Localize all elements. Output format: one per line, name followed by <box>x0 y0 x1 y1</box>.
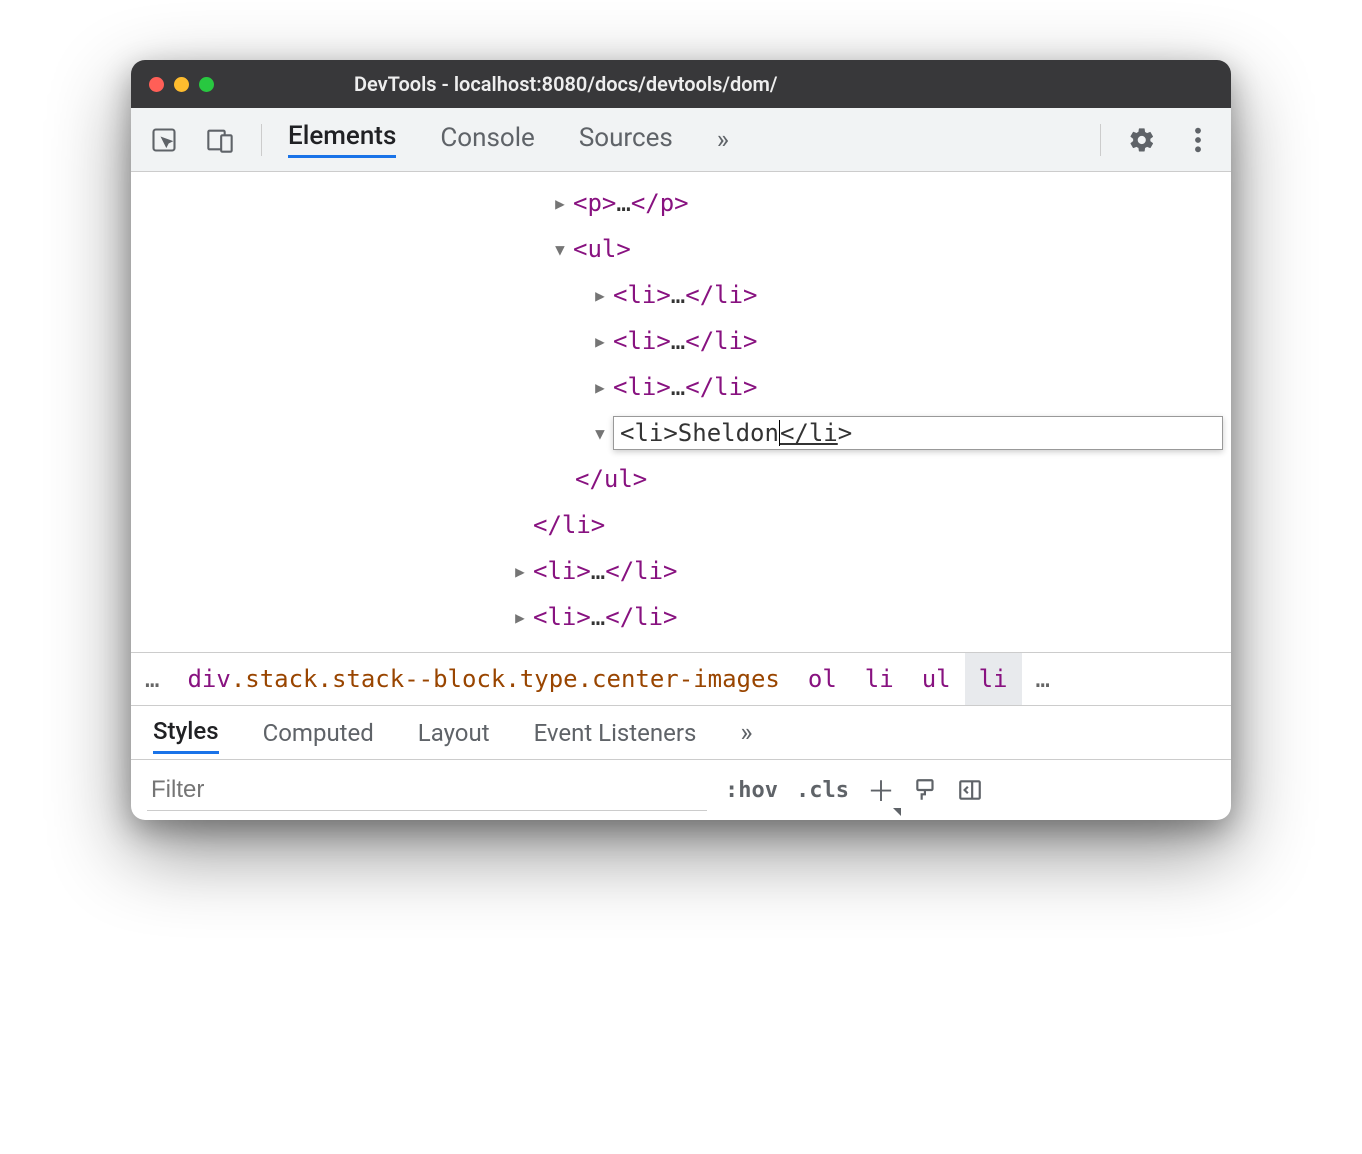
panel-tabs: Elements Console Sources » <box>288 121 729 158</box>
styles-toolbar: :hov .cls ＋ <box>131 760 1231 820</box>
dom-node-li-close[interactable]: </li> <box>131 502 1231 548</box>
dom-node-li[interactable]: ▶ <li>…</li> <box>131 594 1231 640</box>
breadcrumb-div[interactable]: div.stack.stack--block.type.center-image… <box>173 653 793 705</box>
collapse-toggle-icon[interactable]: ▼ <box>591 424 609 443</box>
dom-edit-input[interactable]: <li>Sheldon</li> <box>613 416 1223 450</box>
toolbar-divider <box>1100 124 1101 156</box>
tab-styles[interactable]: Styles <box>153 717 219 754</box>
dom-node-li[interactable]: ▶ <li>…</li> <box>131 364 1231 410</box>
expand-toggle-icon[interactable]: ▶ <box>591 332 609 351</box>
toggle-classes-button[interactable]: .cls <box>796 778 849 803</box>
device-toggle-icon[interactable] <box>205 125 235 155</box>
dom-node-li[interactable]: ▶ <li>…</li> <box>131 548 1231 594</box>
breadcrumb-ol[interactable]: ol <box>794 653 851 705</box>
tab-sources[interactable]: Sources <box>579 123 673 157</box>
tab-elements[interactable]: Elements <box>288 121 396 158</box>
breadcrumb-overflow-left[interactable]: … <box>131 653 173 705</box>
dom-node-li[interactable]: ▶ <li>…</li> <box>131 640 1231 652</box>
toggle-hover-button[interactable]: :hov <box>725 778 778 803</box>
kebab-menu-icon[interactable] <box>1183 125 1213 155</box>
elements-dom-tree[interactable]: ▶ <p>…</p> ▼ <ul> ▶ <li>…</li> ▶ <li>…</… <box>131 172 1231 652</box>
tab-event-listeners[interactable]: Event Listeners <box>534 719 697 747</box>
more-styles-tabs-icon[interactable]: » <box>740 718 752 748</box>
expand-toggle-icon[interactable]: ▶ <box>551 194 569 213</box>
tab-layout[interactable]: Layout <box>418 719 490 747</box>
devtools-window: DevTools - localhost:8080/docs/devtools/… <box>131 60 1231 820</box>
close-window-button[interactable] <box>149 77 164 92</box>
styles-filter-input[interactable] <box>147 770 707 811</box>
expand-toggle-icon[interactable]: ▶ <box>591 378 609 397</box>
dom-node-li[interactable]: ▶ <li>…</li> <box>131 272 1231 318</box>
expand-toggle-icon[interactable]: ▶ <box>511 562 529 581</box>
dom-node-ul-close[interactable]: </ul> <box>131 456 1231 502</box>
breadcrumb-li-selected[interactable]: li <box>965 653 1022 705</box>
collapse-toggle-icon[interactable]: ▼ <box>551 240 569 259</box>
dom-node-li[interactable]: ▶ <li>…</li> <box>131 318 1231 364</box>
maximize-window-button[interactable] <box>199 77 214 92</box>
window-title: DevTools - localhost:8080/docs/devtools/… <box>354 72 778 96</box>
titlebar: DevTools - localhost:8080/docs/devtools/… <box>131 60 1231 108</box>
expand-toggle-icon[interactable]: ▶ <box>591 286 609 305</box>
breadcrumb-ul[interactable]: ul <box>908 653 965 705</box>
dom-node-ul-open[interactable]: ▼ <ul> <box>131 226 1231 272</box>
breadcrumb-overflow-right[interactable]: … <box>1022 653 1064 705</box>
toolbar-divider <box>261 124 262 156</box>
styles-panel-tabs: Styles Computed Layout Event Listeners » <box>131 706 1231 760</box>
dom-node-p[interactable]: ▶ <p>…</p> <box>131 180 1231 226</box>
tab-computed[interactable]: Computed <box>263 719 374 747</box>
main-toolbar: Elements Console Sources » <box>131 108 1231 172</box>
minimize-window-button[interactable] <box>174 77 189 92</box>
new-style-rule-button[interactable]: ＋ <box>867 770 895 810</box>
dom-breadcrumbs[interactable]: … div.stack.stack--block.type.center-ima… <box>131 652 1231 706</box>
window-controls <box>149 77 214 92</box>
inspect-element-icon[interactable] <box>149 125 179 155</box>
expand-toggle-icon[interactable]: ▶ <box>511 608 529 627</box>
settings-gear-icon[interactable] <box>1127 125 1157 155</box>
dom-node-li-editing[interactable]: ▼ <li>Sheldon</li> <box>131 410 1231 456</box>
toggle-sidebar-icon[interactable] <box>957 777 983 803</box>
paint-brush-icon[interactable] <box>913 777 939 803</box>
breadcrumb-li[interactable]: li <box>851 653 908 705</box>
tab-console[interactable]: Console <box>440 123 534 157</box>
more-tabs-icon[interactable]: » <box>717 125 729 155</box>
